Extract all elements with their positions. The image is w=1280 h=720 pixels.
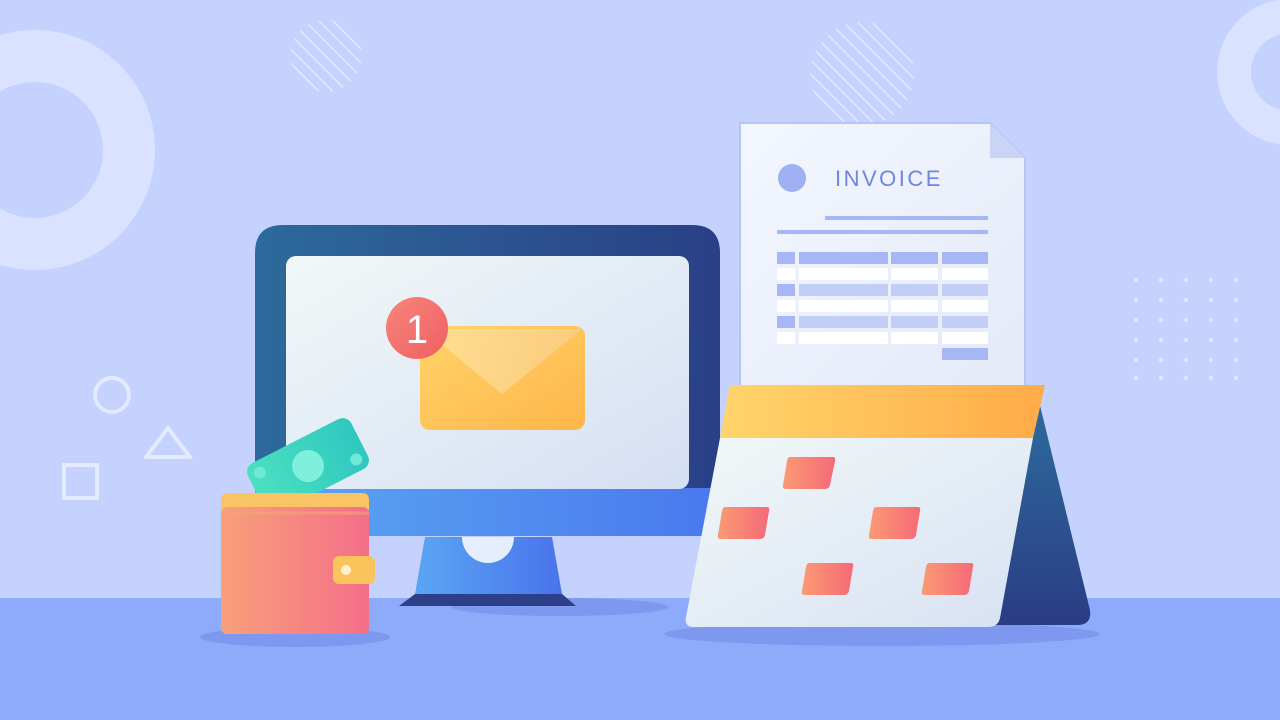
wallet-clasp xyxy=(333,556,375,584)
wallet-icon xyxy=(221,493,375,634)
invoice-document-icon: INVOICE xyxy=(739,122,1026,401)
invoice-line-1 xyxy=(825,216,988,220)
monitor-stand-base xyxy=(399,594,576,606)
notification-badge: 1 xyxy=(386,297,448,359)
calendar-header xyxy=(720,385,1045,438)
illustration-scene: 1 INVOICE xyxy=(0,0,1280,720)
invoice-line-2 xyxy=(777,230,988,234)
calendar-mark xyxy=(921,563,974,595)
calendar-mark xyxy=(868,507,921,539)
wallet-clasp-button xyxy=(341,565,351,575)
calendar-icon xyxy=(685,385,1091,627)
calendar-mark xyxy=(782,457,836,489)
illustration-canvas: 1 INVOICE xyxy=(0,0,1280,720)
invoice-title: INVOICE xyxy=(835,166,943,191)
invoice-table xyxy=(777,252,988,360)
calendar-mark xyxy=(801,563,854,595)
decor-striped-circle-large xyxy=(810,22,914,126)
notification-count: 1 xyxy=(406,308,428,352)
decor-striped-circle xyxy=(290,20,362,92)
calendar-mark xyxy=(717,507,770,539)
invoice-logo-dot xyxy=(778,164,806,192)
